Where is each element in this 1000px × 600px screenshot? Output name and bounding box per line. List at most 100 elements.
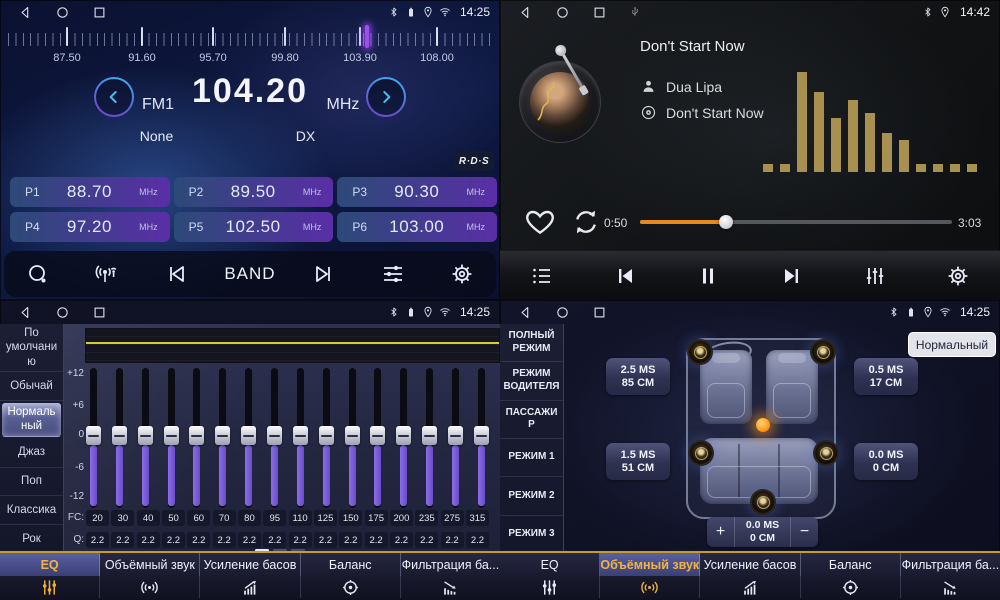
surround-mode-item[interactable]: РЕЖИМ 1 [500,439,563,477]
tune-up-button[interactable] [366,77,406,117]
seek-bar-thumb[interactable] [719,215,733,229]
pause-button[interactable] [688,256,728,296]
favorite-button[interactable] [524,206,556,238]
eq-band-slider[interactable] [241,368,256,508]
tab-surround-sound-button[interactable] [100,576,200,598]
eq-band-slider[interactable] [293,368,308,508]
tab-balance-button[interactable] [801,576,901,598]
eq-slider-thumb[interactable] [164,426,179,445]
radio-preset-p4[interactable]: P497.20MHz [10,212,170,242]
previous-station-button[interactable] [156,254,196,294]
eq-band-slider[interactable] [164,368,179,508]
nav-recents-button[interactable] [92,305,107,320]
rear-left-delay-button[interactable]: 1.5 MS 51 CM [606,443,670,480]
eq-slider-thumb[interactable] [474,426,489,445]
eq-band-slider[interactable] [345,368,360,508]
tab-bass-boost[interactable]: Усиление басов [200,553,300,576]
eq-slider-thumb[interactable] [241,426,256,445]
tab-bass-filter[interactable]: Фильтрация ба... [901,553,1000,576]
nav-home-button[interactable] [55,305,70,320]
surround-mode-item[interactable]: ПАССАЖИР [500,401,563,439]
eq-slider-thumb[interactable] [189,426,204,445]
nav-home-button[interactable] [555,305,570,320]
tab-eq-button[interactable] [500,576,600,598]
eq-band-slider[interactable] [448,368,463,508]
nav-recents-button[interactable] [92,5,107,20]
eq-slider-thumb[interactable] [215,426,230,445]
subwoofer-speaker-icon[interactable] [752,491,774,513]
radio-settings-button[interactable] [442,254,482,294]
nav-back-button[interactable] [18,305,33,320]
eq-band-slider[interactable] [267,368,282,508]
radio-preset-p6[interactable]: P6103.00MHz [337,212,497,242]
tab-bass-boost-button[interactable] [200,576,300,598]
radio-preset-p1[interactable]: P188.70MHz [10,177,170,207]
eq-slider-thumb[interactable] [138,426,153,445]
eq-preset-item[interactable]: Нормальный [2,403,61,437]
eq-band-slider[interactable] [138,368,153,508]
tab-bass-filter[interactable]: Фильтрация ба... [401,553,500,576]
playlist-button[interactable] [522,256,562,296]
subwoofer-delay-decrease-button[interactable]: − [790,517,818,547]
surround-mode-item[interactable]: РЕЖИМ 2 [500,477,563,515]
eq-preset-item[interactable]: По умолчанию [0,324,63,372]
tab-surround-sound[interactable]: Объёмный звук [600,553,700,576]
tab-eq-button[interactable] [0,576,100,598]
player-settings-button[interactable] [938,256,978,296]
eq-preset-item[interactable]: Джаз [0,439,63,468]
player-eq-button[interactable] [855,256,895,296]
tab-balance[interactable]: Баланс [301,553,401,576]
nav-recents-button[interactable] [592,305,607,320]
tab-bass-boost-button[interactable] [700,576,800,598]
eq-slider-thumb[interactable] [293,426,308,445]
nav-recents-button[interactable] [592,5,607,20]
subwoofer-delay-increase-button[interactable]: + [707,517,735,547]
eq-band-slider[interactable] [86,368,101,508]
front-right-speaker-icon[interactable] [812,341,834,363]
eq-slider-thumb[interactable] [267,426,282,445]
tab-surround-sound[interactable]: Объёмный звук [100,553,200,576]
eq-slider-thumb[interactable] [422,426,437,445]
eq-band-slider[interactable] [112,368,127,508]
surround-preset-button[interactable]: Нормальный [908,332,996,357]
radio-broadcast-button[interactable] [87,254,127,294]
repeat-button[interactable] [570,206,602,238]
next-station-button[interactable] [304,254,344,294]
eq-slider-thumb[interactable] [319,426,334,445]
band-button[interactable]: BAND [224,264,275,284]
tab-eq[interactable]: EQ [500,553,600,576]
eq-slider-thumb[interactable] [448,426,463,445]
tab-balance-button[interactable] [301,576,401,598]
seek-bar[interactable] [640,220,952,224]
rear-right-speaker-icon[interactable] [815,442,837,464]
eq-band-slider[interactable] [422,368,437,508]
eq-slider-thumb[interactable] [86,426,101,445]
previous-track-button[interactable] [605,256,645,296]
eq-band-slider[interactable] [396,368,411,508]
radio-preset-p2[interactable]: P289.50MHz [174,177,334,207]
rear-left-speaker-icon[interactable] [690,442,712,464]
eq-slider-thumb[interactable] [112,426,127,445]
surround-mode-item[interactable]: РЕЖИМ 3 [500,516,563,553]
front-right-delay-button[interactable]: 0.5 MS 17 CM [854,358,918,395]
eq-band-slider[interactable] [474,368,489,508]
tab-bass-filter-button[interactable] [401,576,500,598]
listening-position-indicator[interactable] [756,418,770,432]
eq-slider-thumb[interactable] [345,426,360,445]
tab-eq[interactable]: EQ [0,553,100,576]
nav-back-button[interactable] [518,5,533,20]
eq-preset-item[interactable]: Поп [0,468,63,497]
station-scan-button[interactable] [18,254,58,294]
eq-preset-item[interactable]: Классика [0,496,63,525]
eq-band-slider[interactable] [319,368,334,508]
tab-bass-filter-button[interactable] [901,576,1000,598]
nav-back-button[interactable] [18,5,33,20]
eq-band-slider[interactable] [370,368,385,508]
eq-band-slider[interactable] [189,368,204,508]
eq-band-slider[interactable] [215,368,230,508]
tab-balance[interactable]: Баланс [801,553,901,576]
nav-home-button[interactable] [55,5,70,20]
front-left-delay-button[interactable]: 2.5 MS 85 CM [606,358,670,395]
eq-slider-thumb[interactable] [370,426,385,445]
surround-mode-item[interactable]: РЕЖИМ ВОДИТЕЛЯ [500,362,563,400]
